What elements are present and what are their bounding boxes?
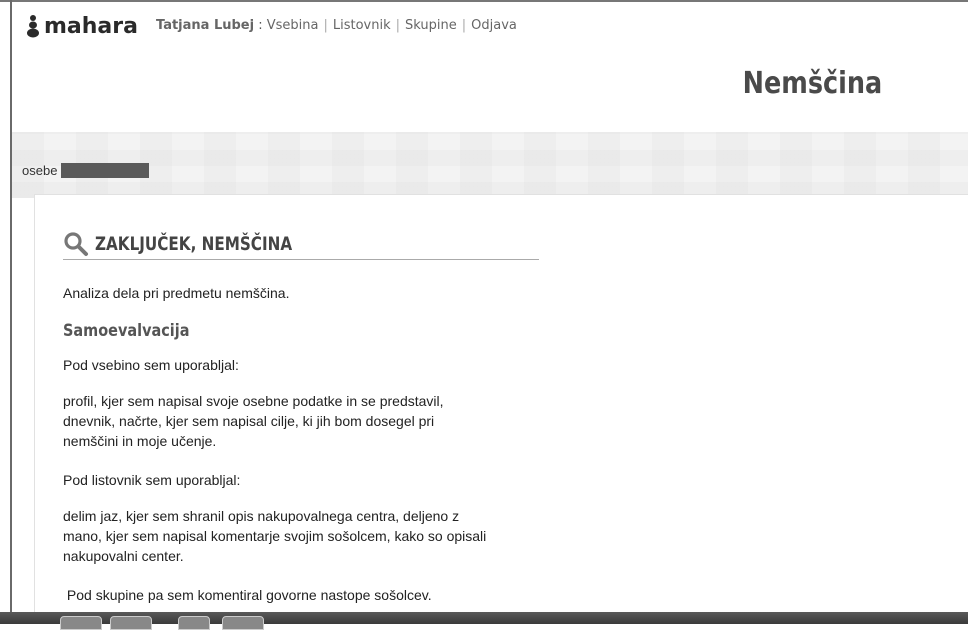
- section-heading: Samoevalvacija: [63, 321, 190, 341]
- nav-link-skupine[interactable]: Skupine: [405, 18, 457, 33]
- paragraph-line: dnevnik, načrte, kjer sem napisal cilje,…: [63, 413, 435, 429]
- logo-text: mahara: [44, 13, 138, 39]
- nav-link-vsebina[interactable]: Vsebina: [267, 18, 319, 33]
- nav-separator: |: [323, 18, 328, 33]
- paragraph-line: nakupovalni center.: [63, 548, 184, 564]
- taskbar-button[interactable]: [178, 616, 210, 630]
- paragraph: Pod vsebino sem uporabljal:: [63, 357, 239, 373]
- paragraph: profil, kjer sem napisal svoje osebne po…: [63, 391, 444, 451]
- taskbar-button[interactable]: [60, 616, 102, 630]
- paragraph: Pod listovnik sem uporabljal:: [63, 472, 241, 488]
- nav-separator: |: [395, 18, 401, 33]
- paragraph: delim jaz, kjer sem shranil opis nakupov…: [63, 506, 486, 566]
- paragraph-line: mano, kjer sem napisal komentarje svojim…: [63, 528, 487, 544]
- view-title: ZAKLJUČEK, NEMŠČINA: [63, 229, 539, 260]
- paragraph-line: profil, kjer sem napisal svoje osebne po…: [63, 393, 444, 409]
- nav-link-listovnik[interactable]: Listovnik: [333, 18, 391, 33]
- paragraph: Pod skupine pa sem komentiral govorne na…: [63, 587, 432, 603]
- paragraph-line: nemščini in moje učenje.: [63, 433, 217, 449]
- os-taskbar: [0, 612, 968, 630]
- redacted-name: [61, 163, 150, 178]
- taskbar-button[interactable]: [222, 616, 264, 630]
- nav-link-odjava[interactable]: Odjava: [471, 18, 517, 33]
- mahara-logo[interactable]: mahara: [26, 12, 138, 40]
- user-suffix: :: [254, 18, 263, 33]
- taskbar-button[interactable]: [110, 616, 152, 630]
- user-name-link[interactable]: Tatjana Lubej: [156, 18, 254, 33]
- header-band: [12, 132, 968, 198]
- site-title: Nemščina: [742, 66, 882, 101]
- paragraph-line: delim jaz, kjer sem shranil opis nakupov…: [63, 508, 460, 524]
- top-nav: Tatjana Lubej : Vsebina | Listovnik | Skupin…: [156, 18, 517, 33]
- view-owner: osebe: [22, 163, 150, 178]
- page-header: mahara Tatjana Lubej : Vsebina | Listovnik…: [12, 2, 968, 132]
- logo-icon: [26, 14, 40, 38]
- nav-separator: |: [461, 18, 467, 33]
- intro-text: Analiza dela pri predmetu nemščina.: [63, 285, 290, 301]
- magnifier-icon[interactable]: [63, 231, 89, 257]
- view-title-text: ZAKLJUČEK, NEMŠČINA: [95, 233, 293, 255]
- owner-label: osebe: [22, 163, 58, 178]
- view-content: ZAKLJUČEK, NEMŠČINA Analiza dela pri pre…: [34, 194, 968, 615]
